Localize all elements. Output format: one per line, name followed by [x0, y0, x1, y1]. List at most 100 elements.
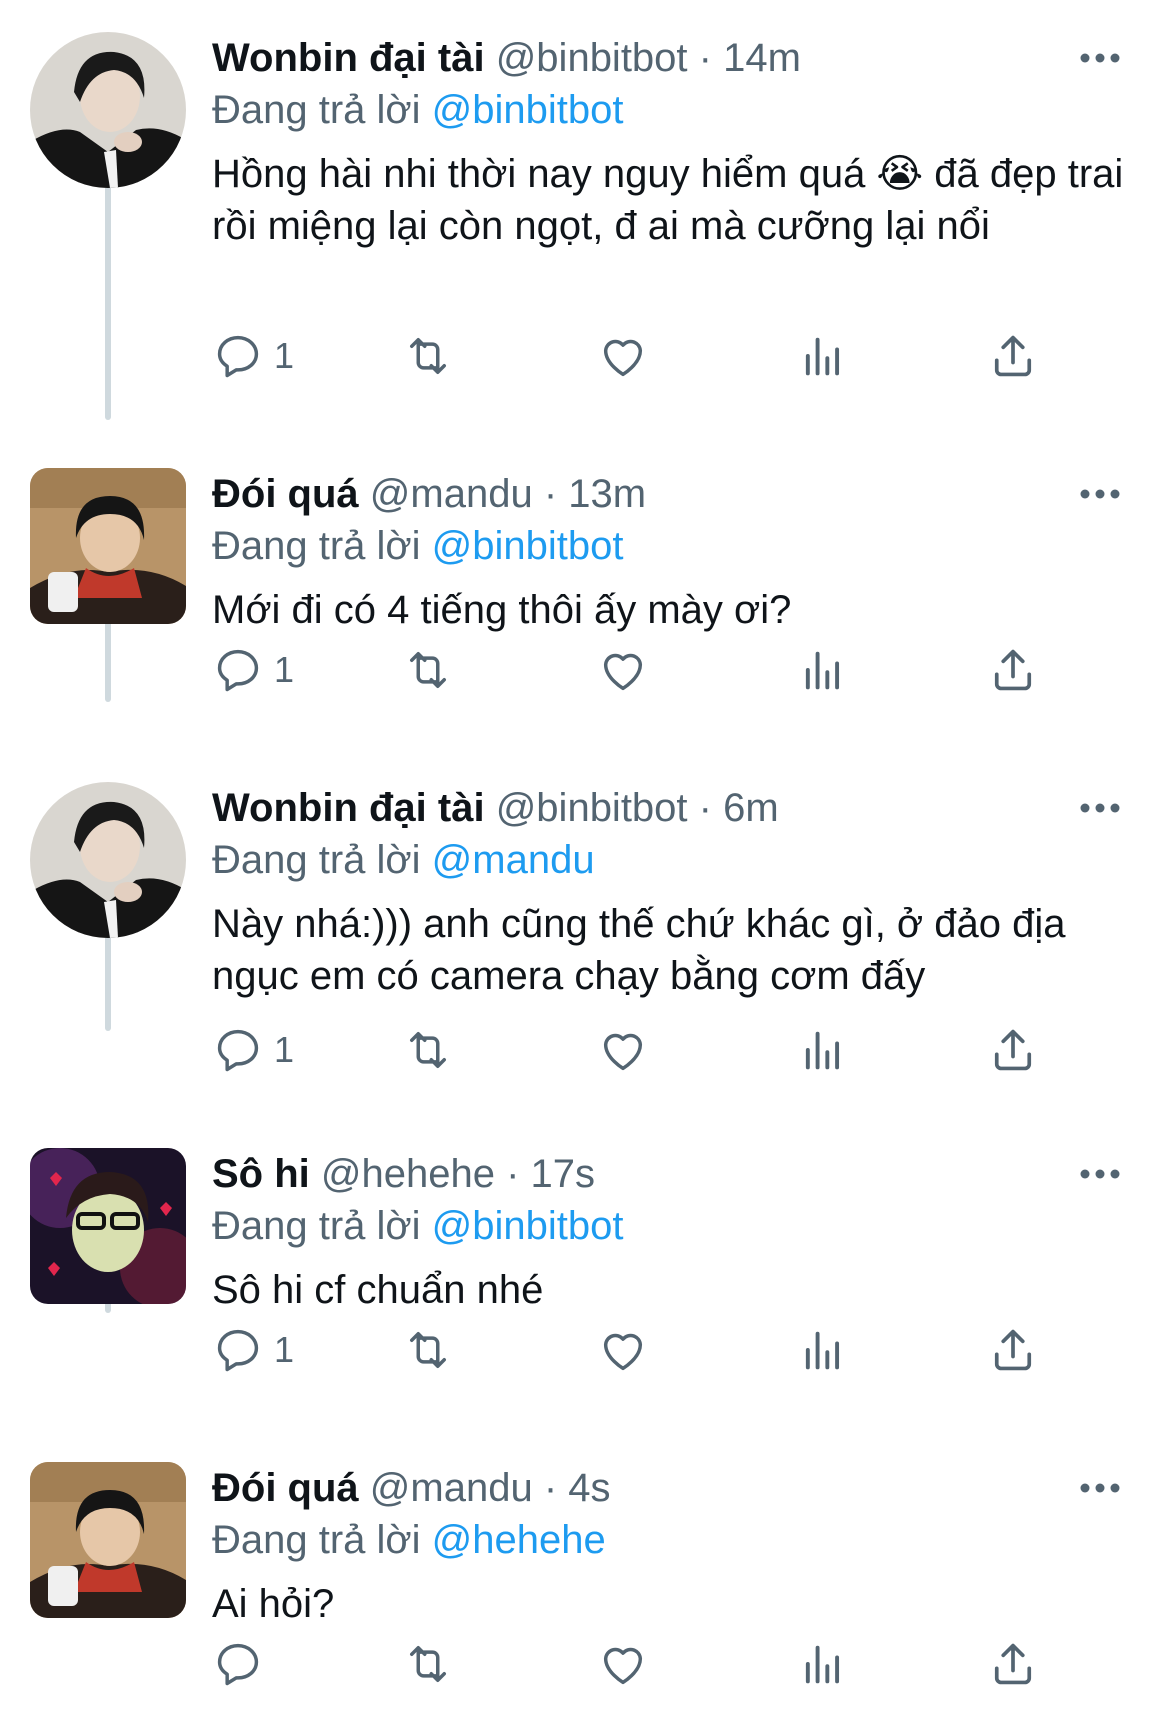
- tweet-text: Này nhá:))) anh cũng thế chứ khác gì, ở …: [212, 902, 1066, 998]
- reply-button[interactable]: 1: [212, 1320, 294, 1380]
- retweet-button[interactable]: [402, 640, 454, 700]
- replying-to: Đang trả lời @binbitbot: [212, 84, 1130, 136]
- tweet-header: Đói quá @mandu · 13m: [212, 468, 1130, 520]
- reply-icon: [212, 330, 264, 382]
- replying-label: Đang trả lời: [212, 838, 421, 882]
- share-button[interactable]: [987, 640, 1039, 700]
- reply-icon: [212, 1638, 264, 1690]
- reply-icon: [212, 644, 264, 696]
- replying-label: Đang trả lời: [212, 1204, 421, 1248]
- thread-line: [105, 180, 111, 420]
- replying-to: Đang trả lời @hehehe: [212, 1514, 1130, 1566]
- handle-and-time: @binbitbot · 6m: [495, 786, 779, 830]
- replying-to: Đang trả lời @binbitbot: [212, 1200, 1130, 1252]
- like-button[interactable]: [597, 326, 649, 386]
- tweet-header: Wonbin đại tài @binbitbot · 6m: [212, 782, 1130, 834]
- reply-button[interactable]: 1: [212, 326, 294, 386]
- more-icon[interactable]: [1070, 782, 1130, 834]
- reply-icon: [212, 1324, 264, 1376]
- share-button[interactable]: [987, 1634, 1039, 1694]
- tweet-header: Đói quá @mandu · 4s: [212, 1462, 1130, 1514]
- share-icon: [987, 1024, 1039, 1076]
- share-icon: [987, 1638, 1039, 1690]
- reply-mention[interactable]: @mandu: [432, 838, 595, 882]
- handle-and-time: @hehehe · 17s: [320, 1152, 596, 1196]
- share-icon: [987, 1324, 1039, 1376]
- more-icon[interactable]: [1070, 1148, 1130, 1200]
- views-icon: [797, 644, 849, 696]
- share-button[interactable]: [987, 326, 1039, 386]
- views-button[interactable]: [797, 1634, 849, 1694]
- heart-icon: [597, 330, 649, 382]
- more-icon[interactable]: [1070, 468, 1130, 520]
- more-icon[interactable]: [1070, 32, 1130, 84]
- reply-button[interactable]: [212, 1634, 274, 1694]
- retweet-icon: [402, 1324, 454, 1376]
- handle-and-time: @mandu · 13m: [369, 472, 647, 516]
- heart-icon: [597, 1638, 649, 1690]
- tweet-text: Mới đi có 4 tiếng thôi ấy mày ơi?: [212, 588, 792, 632]
- tweet-text: Ai hỏi?: [212, 1582, 335, 1626]
- replying-to: Đang trả lời @mandu: [212, 834, 1130, 886]
- tweet-header: Wonbin đại tài @binbitbot · 14m: [212, 32, 1130, 84]
- display-name[interactable]: Sô hi: [212, 1152, 310, 1196]
- share-button[interactable]: [987, 1020, 1039, 1080]
- share-button[interactable]: [987, 1320, 1039, 1380]
- views-button[interactable]: [797, 1320, 849, 1380]
- display-name[interactable]: Đói quá: [212, 472, 359, 516]
- heart-icon: [597, 644, 649, 696]
- avatar[interactable]: [30, 468, 186, 624]
- views-icon: [797, 1024, 849, 1076]
- reply-icon: [212, 1024, 264, 1076]
- share-icon: [987, 330, 1039, 382]
- replying-to: Đang trả lời @binbitbot: [212, 520, 1130, 572]
- retweet-icon: [402, 644, 454, 696]
- reply-mention[interactable]: @binbitbot: [432, 524, 624, 568]
- heart-icon: [597, 1024, 649, 1076]
- views-icon: [797, 1638, 849, 1690]
- reply-count: 1: [274, 649, 295, 690]
- avatar[interactable]: [30, 782, 186, 938]
- retweet-button[interactable]: [402, 1634, 454, 1694]
- replying-label: Đang trả lời: [212, 88, 421, 132]
- reply-button[interactable]: 1: [212, 1020, 294, 1080]
- tweet-text: Hồng hài nhi thời nay nguy hiểm quá 😭 đã…: [212, 152, 1124, 248]
- tweet-header: Sô hi @hehehe · 17s: [212, 1148, 1130, 1200]
- reply-count: 1: [274, 1329, 295, 1370]
- tweet-actions: 1: [212, 1020, 1072, 1080]
- share-icon: [987, 644, 1039, 696]
- display-name[interactable]: Wonbin đại tài: [212, 36, 485, 80]
- retweet-icon: [402, 1024, 454, 1076]
- views-button[interactable]: [797, 1020, 849, 1080]
- tweet-text: Sô hi cf chuẩn nhé: [212, 1268, 544, 1312]
- views-button[interactable]: [797, 640, 849, 700]
- reply-mention[interactable]: @hehehe: [432, 1518, 606, 1562]
- like-button[interactable]: [597, 1020, 649, 1080]
- reply-count: 1: [274, 335, 295, 376]
- reply-button[interactable]: 1: [212, 640, 294, 700]
- retweet-button[interactable]: [402, 1020, 454, 1080]
- like-button[interactable]: [597, 1634, 649, 1694]
- retweet-icon: [402, 330, 454, 382]
- views-icon: [797, 1324, 849, 1376]
- like-button[interactable]: [597, 1320, 649, 1380]
- retweet-button[interactable]: [402, 326, 454, 386]
- avatar[interactable]: [30, 32, 186, 188]
- avatar[interactable]: [30, 1148, 186, 1304]
- display-name[interactable]: Đói quá: [212, 1466, 359, 1510]
- like-button[interactable]: [597, 640, 649, 700]
- reply-mention[interactable]: @binbitbot: [432, 1204, 624, 1248]
- reply-count: 1: [274, 1029, 295, 1070]
- tweet-actions: [212, 1634, 1072, 1694]
- retweet-button[interactable]: [402, 1320, 454, 1380]
- more-icon[interactable]: [1070, 1462, 1130, 1514]
- tweet-actions: 1: [212, 326, 1072, 386]
- reply-mention[interactable]: @binbitbot: [432, 88, 624, 132]
- views-icon: [797, 330, 849, 382]
- display-name[interactable]: Wonbin đại tài: [212, 786, 485, 830]
- avatar[interactable]: [30, 1462, 186, 1618]
- views-button[interactable]: [797, 326, 849, 386]
- retweet-icon: [402, 1638, 454, 1690]
- handle-and-time: @binbitbot · 14m: [495, 36, 801, 80]
- tweet-actions: 1: [212, 1320, 1072, 1380]
